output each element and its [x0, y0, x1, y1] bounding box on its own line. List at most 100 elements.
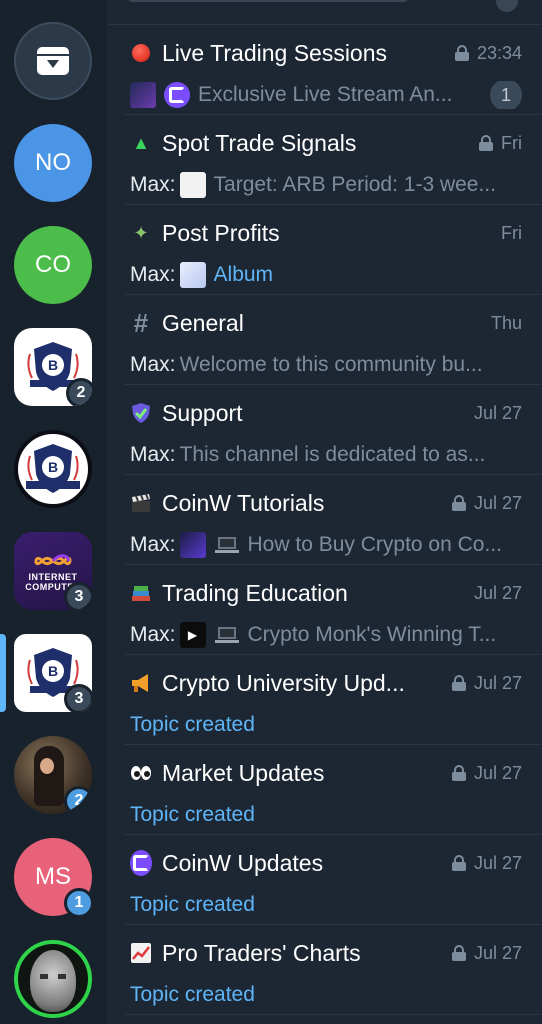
- megaphone-icon: [130, 672, 152, 694]
- folder-unread-badge: 3: [64, 684, 92, 712]
- topic-preview: Crypto Monk's Winning T...: [247, 623, 497, 646]
- topic-row-live-trading-sessions[interactable]: Live Trading Sessions 23:34 Exclusive Li…: [108, 25, 542, 115]
- sender-name: Max:: [130, 353, 176, 376]
- shield-check-icon: [130, 402, 152, 424]
- topic-row-market-updates[interactable]: Market Updates Jul 27 Topic created: [108, 745, 542, 835]
- folder-crypto-university-1[interactable]: B 2: [14, 328, 92, 406]
- topic-title: Market Updates: [162, 759, 325, 786]
- laptop-icon: [214, 534, 240, 556]
- folder-co-label: CO: [35, 251, 71, 278]
- preview-thumbnail: [179, 532, 206, 558]
- lock-icon: [451, 855, 466, 871]
- topic-row-general[interactable]: # General Thu Max: Welcome to this commu…: [108, 295, 542, 385]
- topic-preview: Topic created: [130, 713, 255, 736]
- topic-time: Thu: [490, 312, 522, 333]
- folder-internet-computer[interactable]: INTERNET COMPUTER 3: [14, 532, 92, 610]
- folder-co[interactable]: CO: [14, 226, 92, 304]
- lock-icon: [451, 495, 466, 511]
- red-circle-icon: [130, 42, 152, 64]
- topic-preview: Target: ARB Period: 1-3 wee...: [213, 173, 496, 196]
- archive-icon: [37, 47, 69, 75]
- topic-time: Jul 27: [473, 942, 522, 963]
- folder-crypto-university-2[interactable]: B: [14, 430, 92, 508]
- folder-no-label: NO: [35, 149, 71, 176]
- preview-thumbnail: [130, 82, 156, 108]
- folder-crypto-university-3[interactable]: B 3: [14, 634, 92, 712]
- topic-row-post-profits[interactable]: ✦ Post Profits Fri Max: Album: [108, 205, 542, 295]
- topic-time: 23:34: [476, 42, 522, 63]
- folder-sidebar: NO CO B 2 B INTERNET COMPUTER 3 B 3 2 MS…: [0, 0, 107, 1024]
- topic-title: Post Profits: [162, 219, 280, 246]
- topic-title: Pro Traders' Charts: [162, 939, 361, 966]
- topic-time: Jul 27: [473, 762, 522, 783]
- crypto-university-logo-icon: B: [26, 444, 80, 493]
- topic-preview: Topic created: [130, 893, 255, 916]
- topic-row-trading-education[interactable]: Trading Education Jul 27 Max: ▶ Crypto M…: [108, 565, 542, 655]
- avatar-face: [40, 758, 54, 774]
- topic-row-coinw-updates[interactable]: CoinW Updates Jul 27 Topic created: [108, 835, 542, 925]
- coinw-icon: [130, 850, 152, 876]
- laptop-icon: [214, 624, 240, 646]
- topic-preview: Exclusive Live Stream An...: [198, 83, 453, 106]
- folder-face-avatar[interactable]: [14, 940, 92, 1018]
- topic-row-support[interactable]: Support Jul 27 Max: This channel is dedi…: [108, 385, 542, 475]
- chart-up-icon: [130, 942, 152, 964]
- topic-title: Crypto University Upd...: [162, 669, 405, 696]
- topic-preview: Topic created: [130, 983, 255, 1006]
- folder-unread-badge: 3: [64, 582, 92, 610]
- folder-unread-badge: 1: [64, 888, 94, 918]
- svg-text:B: B: [48, 663, 58, 679]
- topic-row-crypto-university-updates[interactable]: Crypto University Upd... Jul 27 Topic cr…: [108, 655, 542, 745]
- avatar-eyes: [40, 974, 66, 979]
- topic-preview: Topic created: [130, 803, 255, 826]
- lock-icon: [451, 765, 466, 781]
- archive-folder[interactable]: [14, 22, 92, 100]
- lock-icon: [451, 675, 466, 691]
- lock-icon: [451, 945, 466, 961]
- topic-title: CoinW Updates: [162, 849, 324, 876]
- folder-unread-badge: 2: [64, 786, 92, 814]
- lock-icon: [479, 135, 493, 151]
- topic-title: Spot Trade Signals: [162, 129, 357, 156]
- folder-ms-label: MS: [35, 863, 71, 890]
- folder-unread-badge: 2: [66, 378, 92, 406]
- topic-time: Jul 27: [473, 402, 522, 423]
- topic-title: CoinW Tutorials: [162, 489, 325, 516]
- previous-row-partial: [108, 0, 542, 25]
- topic-time: Jul 27: [473, 852, 522, 873]
- svg-text:B: B: [48, 459, 58, 475]
- partial-text: [128, 0, 408, 2]
- folder-no[interactable]: NO: [14, 124, 92, 202]
- topic-preview: Welcome to this community bu...: [179, 353, 483, 376]
- topic-title: General: [162, 309, 244, 336]
- topic-preview: Album: [213, 263, 274, 286]
- infinity-icon: [34, 554, 72, 566]
- active-folder-indicator: [0, 634, 6, 712]
- sender-name: Max:: [130, 443, 176, 466]
- partial-badge: [496, 0, 518, 12]
- money-wings-icon: ✦: [133, 222, 149, 243]
- topic-list: Live Trading Sessions 23:34 Exclusive Li…: [108, 0, 542, 1024]
- topic-row-coinw-tutorials[interactable]: CoinW Tutorials Jul 27 Max: How to Buy C…: [108, 475, 542, 565]
- avatar-head: [30, 950, 76, 1012]
- topic-title: Live Trading Sessions: [162, 39, 388, 66]
- topic-time: Fri: [501, 132, 522, 153]
- topic-time: Jul 27: [473, 582, 522, 603]
- sender-name: Max:: [130, 173, 176, 196]
- svg-text:B: B: [48, 357, 58, 373]
- topic-row-spot-trade-signals[interactable]: ▲ Spot Trade Signals Fri Max: Target: AR…: [108, 115, 542, 205]
- books-icon: [130, 582, 152, 604]
- topic-time: Jul 27: [473, 492, 522, 513]
- hash-icon: #: [133, 307, 149, 338]
- preview-thumbnail: [179, 172, 206, 198]
- avatar-figure: [34, 746, 64, 806]
- folder-ms[interactable]: MS 1: [14, 838, 94, 918]
- topic-title: Trading Education: [162, 579, 348, 606]
- unread-count-badge: 1: [490, 81, 522, 109]
- topic-row-pro-traders-charts[interactable]: Pro Traders' Charts Jul 27 Topic created: [108, 925, 542, 1015]
- tree-icon: ▲: [132, 132, 150, 153]
- topic-preview: This channel is dedicated to as...: [179, 443, 486, 466]
- topic-time: Jul 27: [473, 672, 522, 693]
- clapper-icon: [130, 492, 152, 514]
- folder-photo-avatar[interactable]: 2: [14, 736, 92, 814]
